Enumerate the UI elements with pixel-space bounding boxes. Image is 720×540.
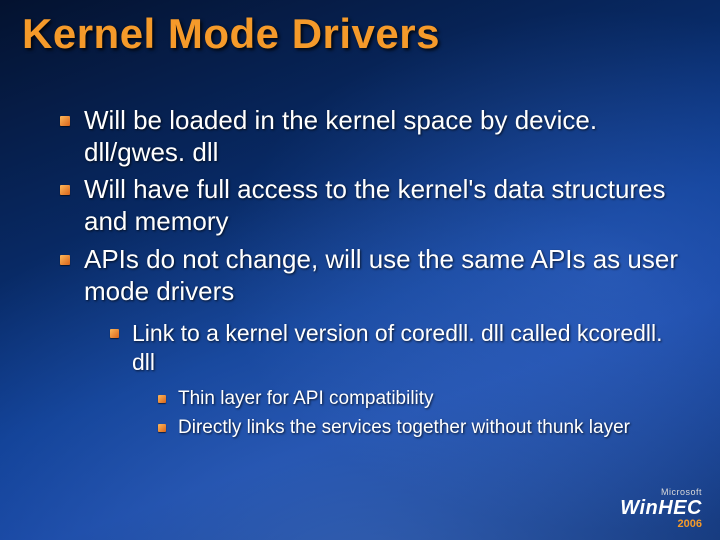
bullet-list-level1: Will be loaded in the kernel space by de… (60, 105, 680, 440)
logo-product-text: WinHEC (620, 497, 702, 519)
logo-product: WinHEC (620, 497, 702, 519)
list-item: Directly links the services together wit… (158, 416, 680, 440)
bullet-list-level2: Link to a kernel version of coredll. dll… (110, 319, 680, 440)
logo-company: Microsoft (620, 488, 702, 497)
bullet-list-level3: Thin layer for API compatibility Directl… (158, 387, 680, 441)
winhec-logo: Microsoft WinHEC 2006 (620, 488, 702, 530)
bullet-text: Thin layer for API compatibility (178, 388, 434, 409)
slide: Kernel Mode Drivers Will be loaded in th… (0, 0, 720, 540)
bullet-text: Link to a kernel version of coredll. dll… (132, 320, 663, 375)
list-item: APIs do not change, will use the same AP… (60, 244, 680, 441)
list-item: Link to a kernel version of coredll. dll… (110, 319, 680, 440)
logo-year: 2006 (620, 519, 702, 530)
bullet-text: Will have full access to the kernel's da… (84, 174, 666, 236)
bullet-text: APIs do not change, will use the same AP… (84, 244, 678, 306)
slide-content: Will be loaded in the kernel space by de… (60, 105, 680, 446)
slide-title: Kernel Mode Drivers (22, 10, 440, 58)
bullet-text: Will be loaded in the kernel space by de… (84, 105, 597, 167)
list-item: Will be loaded in the kernel space by de… (60, 105, 680, 168)
list-item: Will have full access to the kernel's da… (60, 174, 680, 237)
bullet-text: Directly links the services together wit… (178, 417, 630, 438)
list-item: Thin layer for API compatibility (158, 387, 680, 411)
